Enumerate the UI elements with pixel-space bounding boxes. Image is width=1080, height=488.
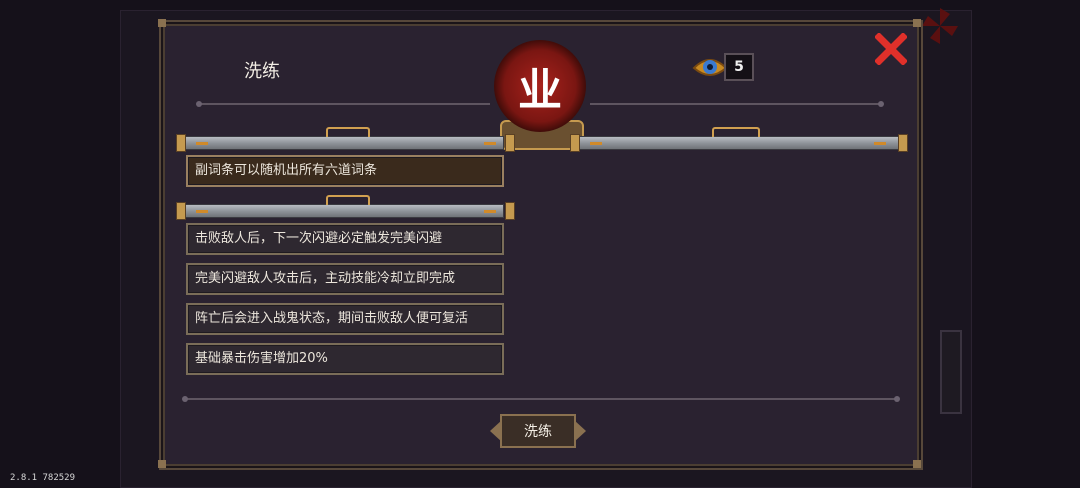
refine-button-label: 洗练 — [524, 424, 552, 440]
secondary-affix: 完美闪避敌人攻击后，主动技能冷却立即完成 — [186, 263, 504, 295]
scroll-bar-cap — [898, 134, 908, 152]
scroll-bar-right — [576, 136, 900, 150]
background-scrollbar — [940, 330, 962, 414]
scroll-bar-cap — [570, 134, 580, 152]
scroll-handle — [326, 195, 370, 205]
arrow-right-icon — [574, 420, 586, 442]
header-divider-right — [590, 103, 880, 105]
scroll-bar-cap — [176, 202, 186, 220]
scroll-bar-secondary — [182, 204, 504, 218]
header-divider-left — [200, 103, 490, 105]
scroll-bar-ornament — [196, 142, 208, 145]
currency-count: 5 — [724, 53, 754, 81]
dialog-corner — [158, 460, 166, 468]
scroll-handle — [326, 127, 370, 137]
divider-dot — [182, 396, 188, 402]
emblem-glyph: 业 — [518, 65, 562, 116]
bottom-divider — [186, 398, 898, 400]
dialog-corner — [158, 19, 166, 27]
primary-affix: 副词条可以随机出所有六道词条 — [186, 155, 504, 187]
scroll-bar-cap — [505, 202, 515, 220]
divider-dot — [196, 101, 202, 107]
scroll-bar-cap — [505, 134, 515, 152]
divider-dot — [878, 101, 884, 107]
pinwheel-icon — [922, 8, 958, 44]
dialog-title: 洗练 — [244, 61, 280, 82]
refine-button[interactable]: 洗练 — [490, 410, 586, 452]
scroll-bar-cap — [176, 134, 186, 152]
divider-dot — [894, 396, 900, 402]
secondary-affix: 基础暴击伤害增加20% — [186, 343, 504, 375]
dialog-corner — [913, 19, 921, 27]
dialog-corner — [913, 460, 921, 468]
secondary-affix: 击败敌人后，下一次闪避必定触发完美闪避 — [186, 223, 504, 255]
scroll-bar-ornament — [484, 142, 496, 145]
scroll-handle — [712, 127, 760, 137]
scroll-bar-ornament — [874, 142, 886, 145]
scroll-bar-ornament — [590, 142, 602, 145]
eye-gem-icon — [692, 59, 728, 76]
close-icon[interactable] — [875, 33, 907, 65]
scroll-bar-ornament — [484, 210, 496, 213]
scroll-bar-left — [182, 136, 504, 150]
version-label: 2.8.1 782529 — [10, 473, 76, 483]
karma-emblem: 业 — [494, 40, 586, 132]
scroll-bar-ornament — [196, 210, 208, 213]
secondary-affix: 阵亡后会进入战鬼状态，期间击败敌人便可复活 — [186, 303, 504, 335]
